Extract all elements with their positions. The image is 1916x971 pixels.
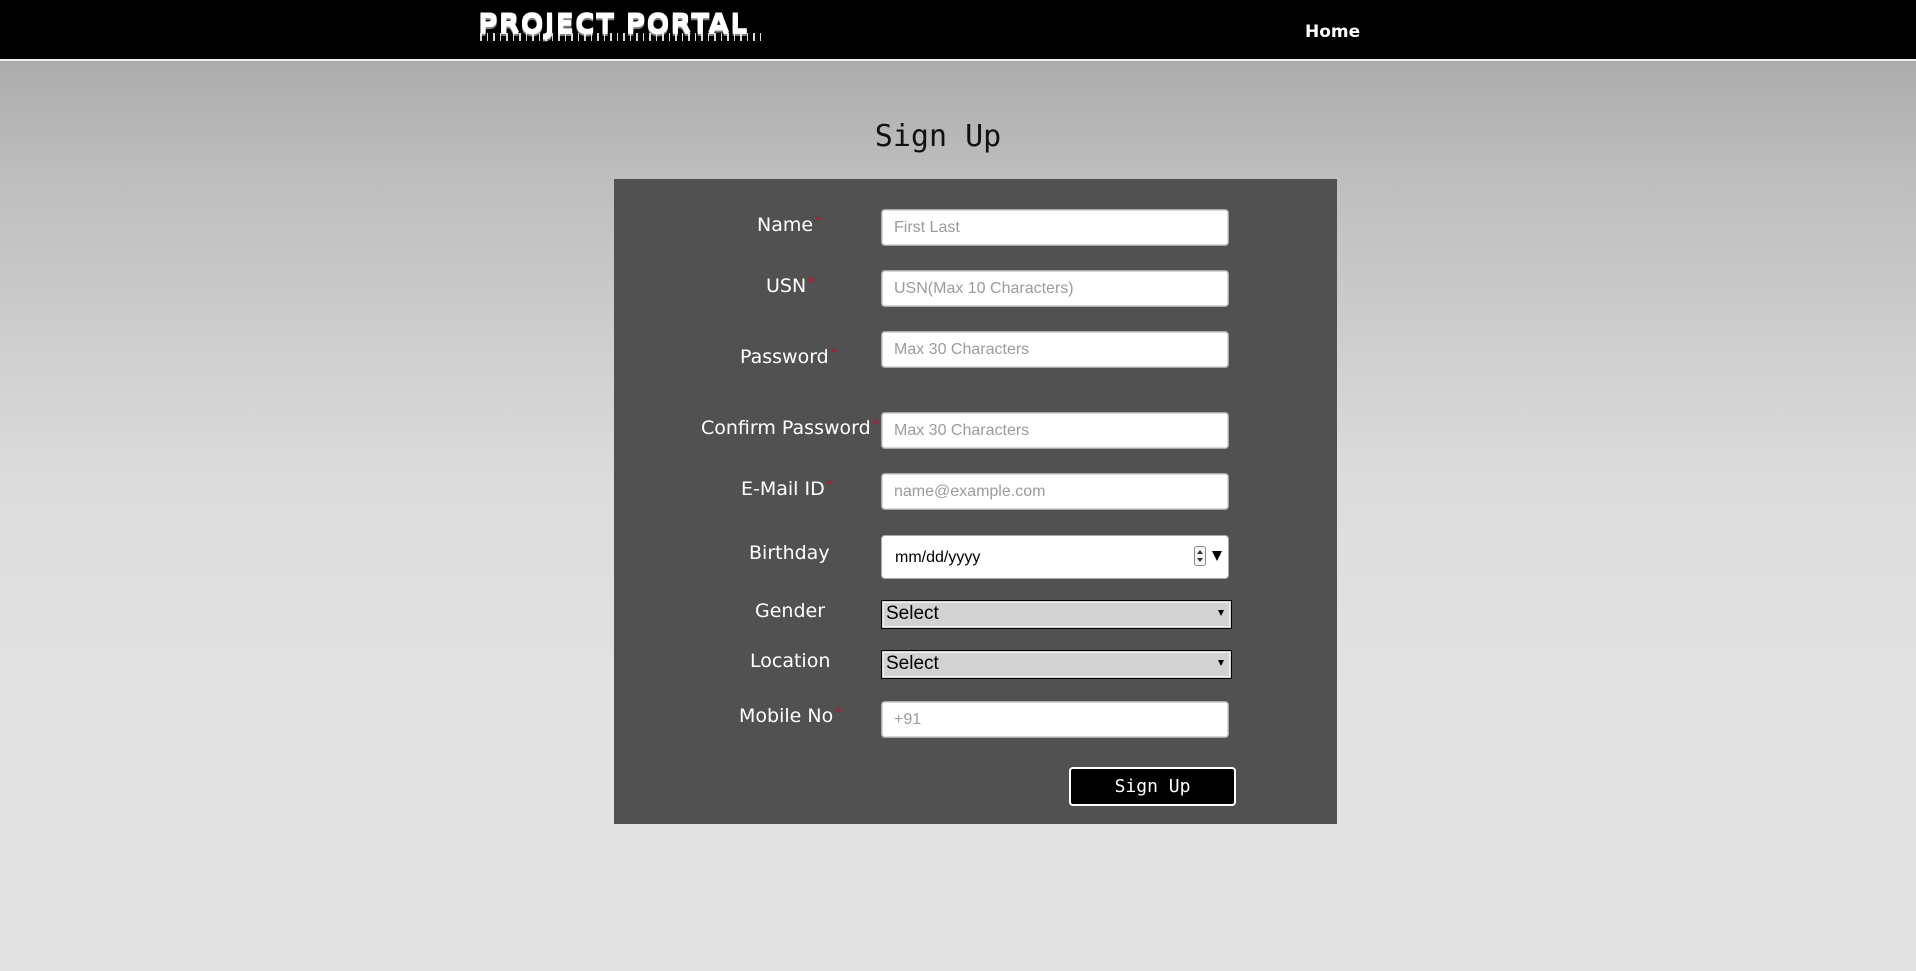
mobile-input[interactable] — [881, 701, 1229, 738]
chevron-down-icon — [1218, 660, 1224, 666]
birthday-date-input[interactable]: mm/dd/yyyy — [881, 535, 1229, 579]
chevron-down-icon — [1218, 610, 1224, 616]
required-mark: * — [814, 214, 822, 230]
password-input[interactable] — [881, 331, 1229, 368]
name-label-text: Name — [757, 214, 814, 236]
location-label: Location — [750, 650, 831, 672]
mobile-label: Mobile No* — [739, 705, 841, 727]
birthday-label: Birthday — [749, 542, 830, 564]
name-input[interactable] — [881, 209, 1229, 246]
required-mark: * — [807, 275, 815, 291]
gender-selected-value: Select — [886, 603, 939, 624]
location-select[interactable]: Select — [881, 650, 1232, 679]
confirm-password-label: Confirm Password* — [701, 417, 879, 439]
birthday-date-text: mm/dd/yyyy — [895, 549, 981, 566]
spinner-up-icon — [1197, 550, 1203, 554]
nav-home-link[interactable]: Home — [1305, 22, 1360, 42]
page-title: Sign Up — [874, 119, 1002, 154]
email-label: E-Mail ID* — [741, 478, 833, 500]
email-label-text: E-Mail ID — [741, 478, 825, 500]
confirm-password-input[interactable] — [881, 412, 1229, 449]
location-selected-value: Select — [886, 653, 939, 674]
gender-label: Gender — [755, 600, 826, 622]
calendar-dropdown-icon[interactable] — [1212, 551, 1222, 561]
password-label: Password* — [740, 346, 837, 368]
gender-select[interactable]: Select — [881, 600, 1232, 629]
sign-up-button[interactable]: Sign Up — [1069, 767, 1236, 806]
confirm-password-label-text: Confirm Password — [701, 417, 871, 439]
required-mark: * — [829, 346, 837, 362]
spinner-down-icon — [1197, 558, 1203, 562]
name-label: Name* — [757, 214, 821, 236]
required-mark: * — [834, 705, 842, 721]
top-navigation-bar: PROJECT PORTAL Home — [0, 0, 1916, 61]
password-label-text: Password — [740, 346, 829, 368]
usn-label-text: USN — [766, 275, 807, 297]
usn-label: USN* — [766, 275, 814, 297]
required-mark: * — [825, 478, 833, 494]
usn-input[interactable] — [881, 270, 1229, 307]
logo-drip-decoration — [480, 33, 762, 41]
email-input[interactable] — [881, 473, 1229, 510]
date-spinner-icon[interactable] — [1194, 546, 1206, 566]
required-mark: * — [871, 417, 879, 433]
mobile-label-text: Mobile No — [739, 705, 834, 727]
